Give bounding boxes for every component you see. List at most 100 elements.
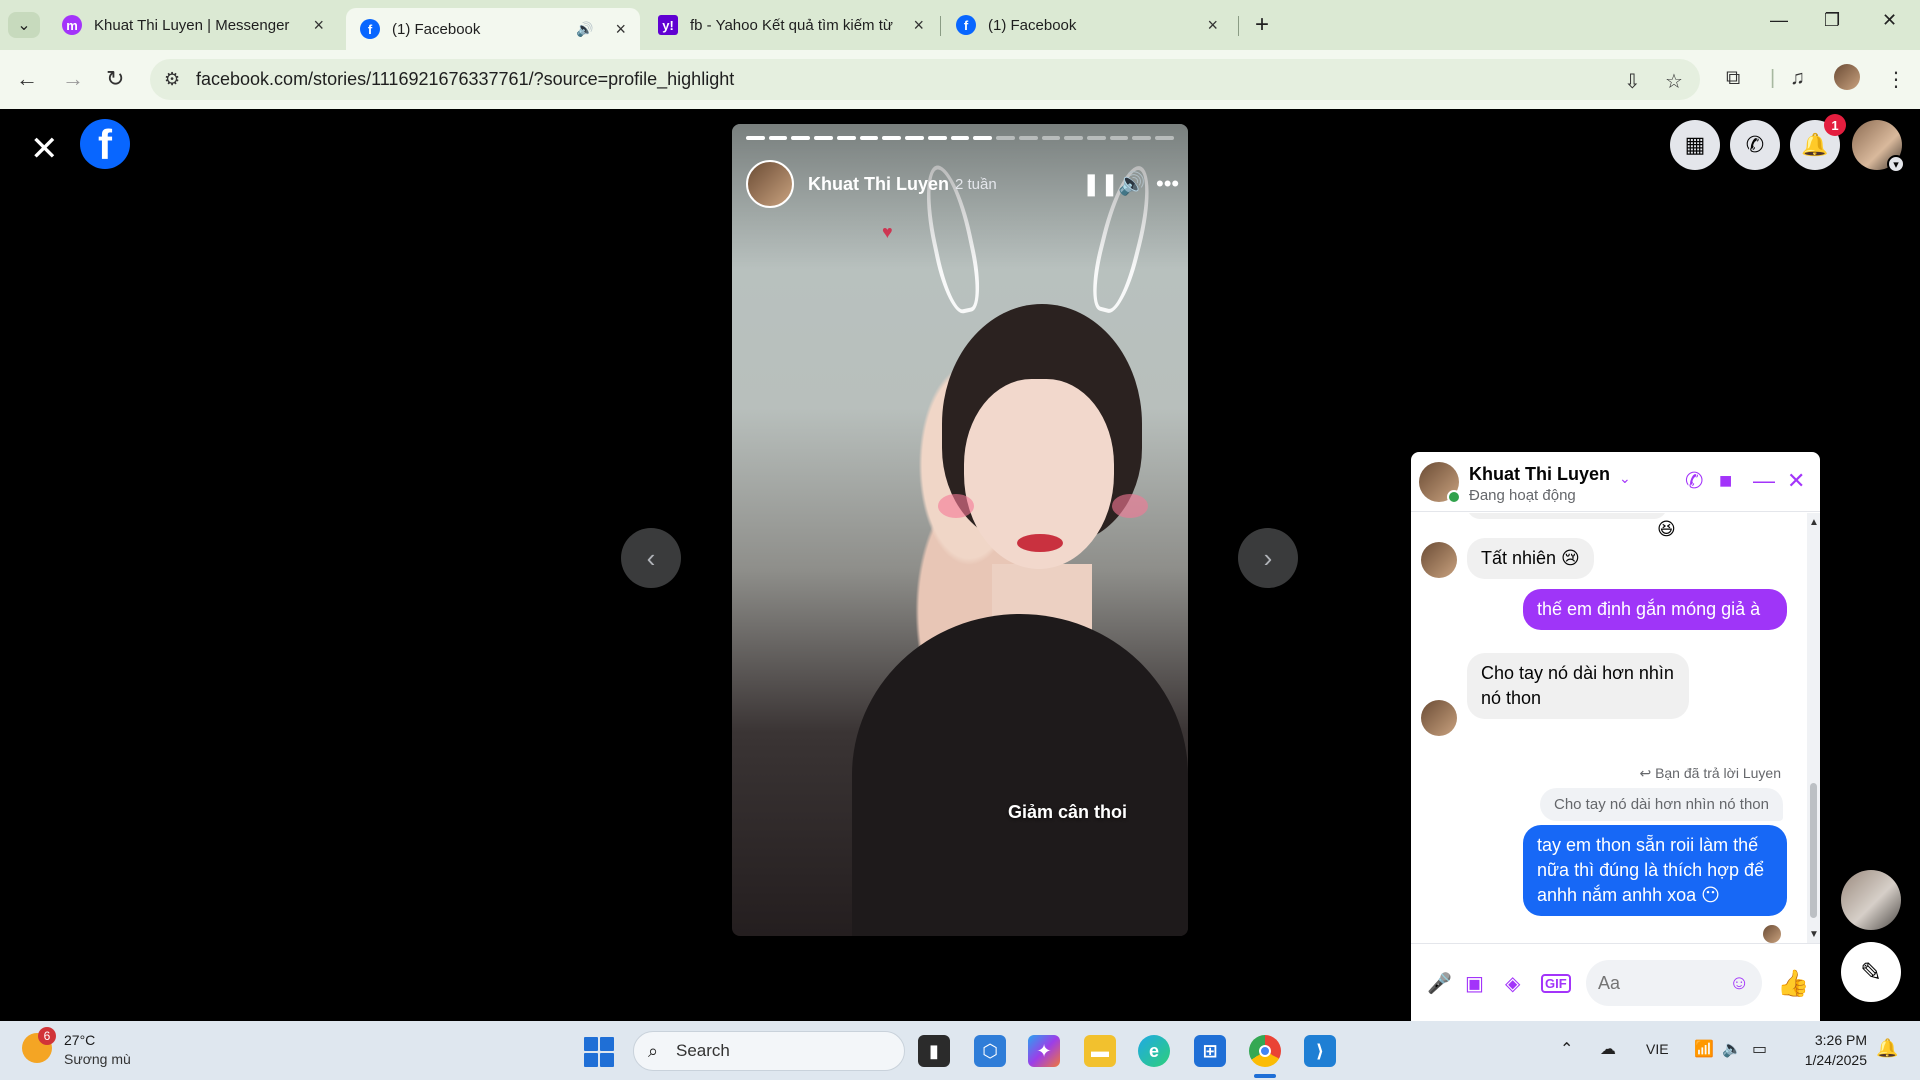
previous-story-button[interactable]: ‹ <box>621 528 681 588</box>
tab-messenger[interactable]: m Khuat Thi Luyen | Messenger × <box>48 6 338 44</box>
facebook-logo-icon[interactable]: f <box>80 119 130 169</box>
tab-yahoo[interactable]: y! fb - Yahoo Kết quả tìm kiếm từ × <box>644 6 938 44</box>
new-tab-button[interactable]: + <box>1244 6 1280 44</box>
address-bar[interactable]: ⚙ facebook.com/stories/1116921676337761/… <box>150 59 1700 100</box>
next-story-button[interactable]: › <box>1238 528 1298 588</box>
vscode-icon[interactable]: ⟩ <box>1304 1035 1336 1067</box>
media-control-icon[interactable]: ♫ <box>1790 67 1805 90</box>
url-text: facebook.com/stories/1116921676337761/?s… <box>196 69 735 89</box>
thumbs-up-icon[interactable]: 👍 <box>1777 968 1809 999</box>
notifications-bell-icon[interactable]: 🔔 1 <box>1790 114 1846 170</box>
gif-icon[interactable]: GIF <box>1541 974 1571 993</box>
story-progress-segment <box>814 136 833 140</box>
photo-icon[interactable]: ▣ <box>1465 971 1484 996</box>
tab-facebook-active[interactable]: f (1) Facebook 🔊 × <box>346 8 640 50</box>
chevron-down-icon[interactable]: ⌄ <box>1619 470 1631 487</box>
notification-center-icon[interactable]: 🔔 <box>1876 1038 1898 1059</box>
scrollbar-thumb[interactable] <box>1810 783 1817 918</box>
window-close-icon[interactable]: ✕ <box>1882 10 1897 31</box>
new-message-button[interactable]: ✎ <box>1841 942 1901 1002</box>
install-app-icon[interactable]: ⇩ <box>1624 69 1641 94</box>
story-progress-segment <box>768 136 788 140</box>
pause-icon[interactable]: ❚❚ <box>1082 171 1119 197</box>
edge-browser-icon[interactable]: e <box>1138 1035 1170 1067</box>
tab-divider <box>1238 16 1239 36</box>
chat-composer: 🎤 ▣ ◈ GIF ☺ 👍 <box>1411 943 1820 1021</box>
show-hidden-icons-icon[interactable]: ⌃ <box>1560 1039 1573 1059</box>
chat-head-avatar[interactable] <box>1841 870 1901 930</box>
message-bubble-outgoing[interactable]: thế em định gắn móng giả à <box>1523 589 1787 630</box>
profile-avatar-icon[interactable] <box>1834 64 1860 90</box>
reload-icon[interactable]: ↻ <box>106 66 124 92</box>
sticker-icon[interactable]: ◈ <box>1505 971 1520 996</box>
message-bubble-incoming[interactable]: Tất nhiên 😢 <box>1467 538 1594 579</box>
close-icon[interactable]: × <box>313 15 324 36</box>
chat-message-list[interactable]: 😆 Tất nhiên 😢 thế em định gắn móng giả à… <box>1411 513 1807 943</box>
messenger-icon[interactable]: ✆ <box>1730 120 1780 170</box>
scroll-up-icon[interactable]: ▲ <box>1809 517 1819 528</box>
weather-description[interactable]: Sương mù <box>64 1051 131 1067</box>
tab-title: (1) Facebook <box>392 20 481 38</box>
weather-temperature[interactable]: 27°C <box>64 1032 95 1048</box>
story-progress-segment <box>1018 136 1038 140</box>
restore-icon[interactable]: ❐ <box>1824 10 1840 31</box>
task-view-icon[interactable]: ▮ <box>918 1035 950 1067</box>
story-progress-segment <box>836 136 856 140</box>
wifi-icon[interactable]: 📶 <box>1694 1039 1714 1059</box>
volume-icon[interactable]: 🔈 <box>1722 1039 1742 1059</box>
windows-start-icon[interactable] <box>584 1037 614 1067</box>
close-chat-icon[interactable]: ✕ <box>1787 468 1805 494</box>
chat-header[interactable]: Khuat Thi Luyen Đang hoạt động ⌄ ✆ ■ — ✕ <box>1411 452 1820 512</box>
story-card[interactable]: ♥ Khuat Thi Luyen 2 tuần ❚❚ 🔊 ••• Giảm c… <box>732 124 1188 936</box>
message-bubble-outgoing[interactable]: tay em thon sẵn roii làm thế nữa thì đún… <box>1523 825 1787 916</box>
message-bubble-incoming[interactable]: Cho tay nó dài hơn nhìn nó thon <box>1467 653 1689 719</box>
site-settings-icon[interactable]: ⚙ <box>164 69 180 90</box>
bookmark-star-icon[interactable]: ☆ <box>1665 69 1683 94</box>
minimize-icon[interactable]: — <box>1770 10 1788 31</box>
microphone-icon[interactable]: 🎤 <box>1427 971 1452 996</box>
minimize-chat-icon[interactable]: — <box>1753 468 1775 494</box>
account-avatar[interactable]: ▾ <box>1852 120 1905 173</box>
story-author-avatar[interactable] <box>746 160 794 208</box>
menu-grid-icon[interactable]: ▦ <box>1670 120 1720 170</box>
toolbar-divider: | <box>1770 67 1776 89</box>
weather-badge: 6 <box>38 1027 56 1045</box>
forward-icon[interactable]: → <box>62 66 84 92</box>
speaker-icon[interactable]: 🔊 <box>576 21 593 38</box>
clock-time[interactable]: 3:26 PM <box>1797 1032 1867 1048</box>
sender-avatar <box>1421 700 1457 736</box>
story-progress-segment <box>791 136 811 140</box>
taskbar-search[interactable]: ⌕ Search <box>633 1031 905 1071</box>
close-icon[interactable]: ✕ <box>30 129 59 169</box>
scroll-down-icon[interactable]: ▼ <box>1809 929 1819 940</box>
volume-icon[interactable]: 🔊 <box>1118 171 1145 197</box>
chat-contact-name[interactable]: Khuat Thi Luyen <box>1469 464 1610 485</box>
browser-menu-icon[interactable]: ⋮ <box>1886 67 1906 92</box>
battery-icon[interactable]: ▭ <box>1752 1039 1767 1059</box>
tab-facebook-2[interactable]: f (1) Facebook × <box>942 6 1232 44</box>
input-language[interactable]: VIE <box>1646 1041 1669 1057</box>
close-icon[interactable]: × <box>1207 15 1218 36</box>
close-icon[interactable]: × <box>913 15 924 36</box>
reply-note-text: Bạn đã trả lời Luyen <box>1655 765 1781 781</box>
chevron-right-icon: › <box>1263 542 1273 573</box>
microsoft-store-icon[interactable]: ⊞ <box>1194 1035 1226 1067</box>
quoted-message[interactable]: Cho tay nó dài hơn nhìn nó thon <box>1540 788 1783 821</box>
chrome-browser-icon[interactable] <box>1249 1035 1281 1067</box>
close-icon[interactable]: × <box>615 19 626 40</box>
office-hub-icon[interactable]: ⬡ <box>974 1035 1006 1067</box>
video-call-icon[interactable]: ■ <box>1719 468 1732 494</box>
emoji-icon[interactable]: ☺ <box>1729 972 1749 995</box>
extensions-icon[interactable]: ⧉ <box>1726 67 1740 90</box>
more-options-icon[interactable]: ••• <box>1156 171 1179 197</box>
file-explorer-icon[interactable]: ▬ <box>1084 1035 1116 1067</box>
story-author-name[interactable]: Khuat Thi Luyen <box>808 174 949 195</box>
chat-scrollbar[interactable]: ▲ ▼ <box>1807 513 1820 943</box>
onedrive-cloud-icon[interactable]: ☁ <box>1600 1039 1616 1059</box>
copilot-icon[interactable]: ✦ <box>1028 1035 1060 1067</box>
back-icon[interactable]: ← <box>16 66 38 92</box>
phone-call-icon[interactable]: ✆ <box>1685 468 1703 494</box>
sender-avatar <box>1421 542 1457 578</box>
tab-search-button[interactable]: ⌄ <box>8 12 40 38</box>
clock-date[interactable]: 1/24/2025 <box>1787 1052 1867 1068</box>
